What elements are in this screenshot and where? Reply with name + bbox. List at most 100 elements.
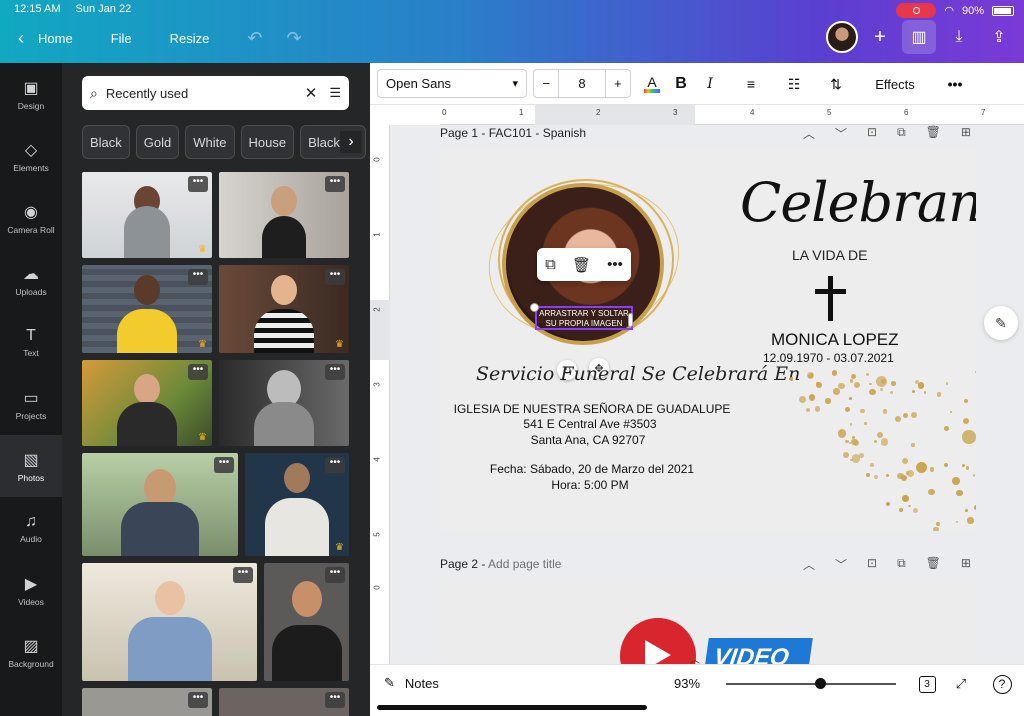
text-color-button[interactable]: A	[642, 71, 662, 97]
duplicate-icon[interactable]: ⧉	[545, 256, 556, 273]
file-menu[interactable]: File	[111, 31, 132, 46]
list-icon[interactable]: ☷	[783, 71, 805, 97]
sidebar-item-camera-roll[interactable]: ◉ Camera Roll	[0, 187, 62, 249]
service-date[interactable]: Fecha: Sábado, 20 de Marzo del 2021	[440, 462, 744, 476]
undo-icon[interactable]: ↶	[247, 28, 262, 49]
sidebar-item-projects[interactable]: ▭ Projects	[0, 373, 62, 435]
photo-thumbnail[interactable]: •••	[82, 688, 212, 716]
page-1-title[interactable]: Page 1 - FAC101 - Spanish	[440, 126, 586, 140]
page-count-button[interactable]: 3	[916, 673, 938, 695]
drag-drop-textbox[interactable]: ARRASTRAR Y SOLTAR SU PROPIA IMAGEN	[535, 306, 633, 330]
sidebar-item-videos[interactable]: ▶ Videos	[0, 559, 62, 621]
photo-thumbnail[interactable]: •••	[82, 453, 238, 556]
more-icon[interactable]: •••	[607, 256, 623, 273]
close-icon[interactable]: ✕	[305, 84, 318, 102]
more-options-icon[interactable]: •••	[325, 567, 345, 583]
photo-thumbnail[interactable]: ••• ♛	[245, 453, 349, 556]
page-2-title-placeholder[interactable]: Add page title	[488, 557, 561, 571]
more-icon[interactable]: •••	[942, 71, 968, 97]
sidebar-item-audio[interactable]: ♫ Audio	[0, 497, 62, 559]
font-family-select[interactable]: Open Sans ▾	[377, 69, 527, 98]
sidebar-item-elements[interactable]: ◇ Elements	[0, 125, 62, 187]
trash-icon[interactable]: 🗑	[926, 125, 941, 142]
suggestion-chip[interactable]: White	[185, 125, 235, 159]
sidebar-item-photos[interactable]: ▧ Photos	[0, 435, 62, 497]
screen-record-indicator[interactable]	[896, 3, 937, 18]
page-2-title[interactable]: Page 2 - Add page title	[440, 557, 561, 571]
heading-celebrando[interactable]: Celebrando	[740, 171, 976, 234]
increase-size-button[interactable]: +	[606, 70, 630, 97]
redo-icon[interactable]: ↷	[286, 28, 301, 49]
photo-thumbnail[interactable]: •••	[219, 688, 349, 716]
search-input[interactable]: ⌕ Recently used ✕ ☰	[82, 76, 349, 110]
zoom-level[interactable]: 93%	[674, 676, 700, 691]
download-icon[interactable]: ⤓	[942, 20, 976, 54]
zoom-slider[interactable]	[726, 683, 896, 685]
suggestion-chip[interactable]: Gold	[135, 125, 180, 159]
trash-icon[interactable]: 🗑	[572, 256, 591, 274]
sidebar-item-design[interactable]: ▣ Design	[0, 63, 62, 125]
duplicate-icon[interactable]: ⧉	[897, 556, 906, 573]
decrease-size-button[interactable]: −	[534, 70, 558, 97]
chevron-right-icon[interactable]: ›	[340, 131, 362, 153]
help-button[interactable]: ?	[991, 673, 1013, 695]
photo-thumbnail[interactable]: •••	[264, 563, 349, 681]
suggestion-chip[interactable]: House	[240, 125, 295, 159]
church-address[interactable]: 541 E Central Ave #3503	[440, 417, 740, 431]
photo-thumbnail[interactable]: ••• ♛	[82, 360, 212, 446]
move-up-icon[interactable]: ︿	[803, 556, 815, 573]
fullscreen-icon[interactable]: ⤢	[950, 673, 972, 695]
italic-icon[interactable]: I	[701, 71, 719, 97]
photo-thumbnail[interactable]: ••• ♛	[82, 172, 212, 258]
more-options-icon[interactable]: •••	[188, 269, 208, 285]
home-link[interactable]: Home	[38, 31, 73, 46]
more-options-icon[interactable]: •••	[188, 176, 208, 192]
resize-handle[interactable]	[628, 313, 633, 327]
filter-sliders-icon[interactable]: ☰	[329, 85, 341, 101]
line-spacing-icon[interactable]: ⇅	[825, 71, 847, 97]
add-comment-icon[interactable]: ✎	[984, 306, 1018, 340]
bold-icon[interactable]: B	[672, 71, 690, 97]
move-down-icon[interactable]: ﹀	[835, 125, 847, 142]
photo-thumbnail[interactable]: ••• ♛	[82, 265, 212, 353]
duplicate-icon[interactable]: ⧉	[897, 125, 906, 142]
more-options-icon[interactable]: •••	[325, 457, 345, 473]
share-add-icon[interactable]: +	[864, 21, 896, 53]
move-down-icon[interactable]: ﹀	[835, 556, 847, 573]
resize-menu[interactable]: Resize	[170, 31, 210, 46]
sidebar-item-uploads[interactable]: ☁ Uploads	[0, 249, 62, 311]
zoom-slider-knob[interactable]	[814, 678, 826, 689]
more-options-icon[interactable]: •••	[188, 692, 208, 708]
photo-thumbnail[interactable]: ••• ♛	[219, 265, 349, 353]
more-options-icon[interactable]: •••	[325, 176, 345, 192]
add-page-icon[interactable]: ⊞	[961, 125, 971, 142]
avatar[interactable]	[826, 21, 858, 53]
effects-button[interactable]: Effects	[866, 71, 924, 97]
add-page-icon[interactable]: ⊞	[961, 556, 971, 573]
more-options-icon[interactable]: •••	[325, 269, 345, 285]
church-city[interactable]: Santa Ana, CA 92707	[440, 433, 738, 447]
photo-thumbnail[interactable]: •••	[219, 172, 349, 258]
more-options-icon[interactable]: •••	[233, 567, 253, 583]
font-size-value[interactable]: 8	[558, 70, 606, 97]
sidebar-item-text[interactable]: T Text	[0, 311, 62, 373]
chevron-left-icon[interactable]: ‹	[18, 28, 24, 49]
deceased-name[interactable]: MONICA LOPEZ	[771, 330, 899, 350]
sidebar-item-background[interactable]: ▨ Background	[0, 621, 62, 683]
more-options-icon[interactable]: •••	[214, 457, 234, 473]
font-size-stepper[interactable]: − 8 +	[533, 69, 631, 98]
more-options-icon[interactable]: •••	[325, 364, 345, 380]
church-name[interactable]: IGLESIA DE NUESTRA SEÑORA DE GUADALUPE	[442, 402, 742, 416]
trash-icon[interactable]: 🗑	[926, 556, 941, 573]
photo-thumbnail[interactable]: •••	[82, 563, 257, 681]
suggestion-chip[interactable]: Black	[82, 125, 130, 159]
service-time[interactable]: Hora: 5:00 PM	[440, 478, 742, 492]
photo-thumbnail[interactable]: •••	[219, 360, 349, 446]
resize-handle[interactable]	[530, 303, 539, 312]
service-heading[interactable]: Servicio Funeral Se Celebrará En	[476, 363, 800, 385]
lock-icon[interactable]: ⊡	[867, 556, 877, 573]
subheading-la-vida[interactable]: LA VIDA DE	[792, 247, 867, 263]
more-options-icon[interactable]: •••	[325, 692, 345, 708]
insights-chart-icon[interactable]: ▥	[902, 20, 936, 54]
lock-icon[interactable]: ⊡	[867, 125, 877, 142]
